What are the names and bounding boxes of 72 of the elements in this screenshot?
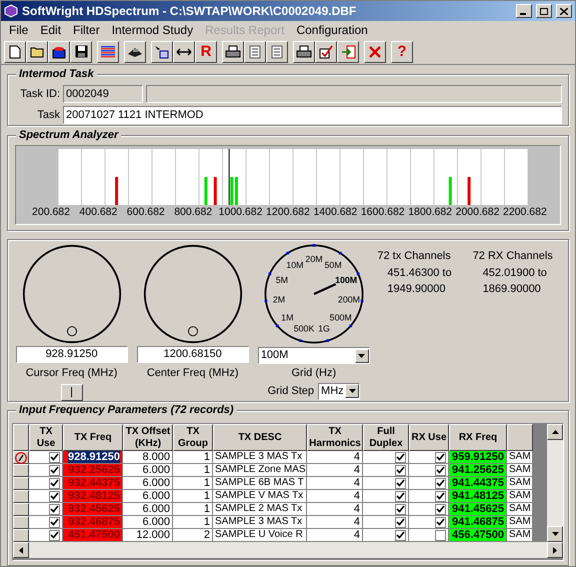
dial-label: 5M <box>276 274 288 285</box>
column-header[interactable]: Full Duplex <box>363 424 409 451</box>
menu-item[interactable]: Intermod Study <box>106 21 200 39</box>
channels-range: 451.46300 to <box>386 266 453 280</box>
menu-item[interactable]: Configuration <box>290 21 374 39</box>
table-cell: 941.25625 <box>449 464 507 477</box>
column-header[interactable]: RX Use <box>409 424 449 451</box>
table-cell: 941.48125 <box>449 490 507 503</box>
task-field[interactable]: 20071027 1121 INTERMOD <box>63 106 562 124</box>
grid-dropdown[interactable]: 100M <box>258 347 370 364</box>
axis-label: 200.682 <box>31 206 71 218</box>
grid-step-label: Grid Step <box>268 384 314 399</box>
table-cell: 456.47500 <box>449 529 507 542</box>
task-id-field: 0002049 <box>63 85 143 103</box>
column-header[interactable]: TX Harmonics <box>307 424 363 451</box>
column-header[interactable]: RX Freq <box>449 424 507 451</box>
task-label: Task <box>36 108 60 123</box>
dial-label: 50M <box>324 260 342 270</box>
column-header[interactable]: TX Offset (KHz) <box>123 424 173 451</box>
table-cell: 932.48125 <box>63 490 123 503</box>
dial-label: 500K <box>294 323 314 334</box>
axis-label: 2000.682 <box>454 206 500 218</box>
table-cell: 932.44375 <box>63 477 123 490</box>
axis-label: 800.682 <box>173 206 214 218</box>
cursor-button[interactable]: | <box>60 384 83 400</box>
cursor-freq-field[interactable]: 928.91250 <box>16 346 128 363</box>
dial-label: 100M <box>334 274 357 285</box>
center-freq-field[interactable]: 1200.68150 <box>136 346 249 363</box>
table-cell: 941.44375 <box>449 477 507 490</box>
grid-step-dropdown[interactable]: MHz <box>318 382 360 400</box>
channels-range: 452.01900 to <box>482 266 548 280</box>
table-cell: 928.91250 <box>63 451 123 464</box>
axis-label: 1800.682 <box>407 206 454 218</box>
column-header[interactable]: TX Group <box>173 424 213 451</box>
dial-label: 1M <box>280 312 294 323</box>
grid-label: Grid (Hz) <box>292 366 336 381</box>
center-freq-label: Center Freq (MHz) <box>146 366 239 381</box>
dial-label: 2M <box>272 294 285 305</box>
column-header[interactable]: TX DESC <box>213 424 307 451</box>
axis-label: 2200.682 <box>502 206 548 218</box>
table-cell: 451.47500 <box>63 529 123 542</box>
axis-label: 1400.682 <box>312 206 358 218</box>
channels-range: 1949.90000 <box>386 282 446 297</box>
group-title: Input Frequency Parameters (72 records) <box>16 403 237 417</box>
column-header[interactable]: TX Freq <box>63 424 123 451</box>
window-title: SoftWright HDSpectrum - C:\SWTAP\WORK\C0002049.DBF <box>22 3 358 20</box>
cursor-freq-label: Cursor Freq (MHz) <box>26 366 118 381</box>
column-header[interactable]: TX Use <box>29 424 63 451</box>
menu-item[interactable]: Edit <box>34 21 68 39</box>
task-id-label: Task ID: <box>19 86 60 102</box>
table-cell: 941.45625 <box>449 503 507 516</box>
table-cell: 932.25625 <box>63 464 123 477</box>
group-title: Spectrum Analyzer <box>16 128 122 142</box>
table-cell: 932.46875 <box>63 516 123 529</box>
channels-range: 1869.90000 <box>482 282 542 297</box>
table-cell: 959.91250 <box>449 451 507 464</box>
dial-label: 10M <box>286 260 304 270</box>
dial-label: 1G <box>318 323 330 334</box>
axis-label: 400.682 <box>78 206 118 218</box>
axis-label: 1600.682 <box>360 206 406 218</box>
menu-item[interactable]: Filter <box>67 21 106 39</box>
channels-title: 72 RX Channels <box>472 249 554 264</box>
axis-label: 600.682 <box>126 206 166 218</box>
menu-item[interactable]: File <box>3 21 34 39</box>
channels-title: 72 tx Channels <box>377 249 452 264</box>
dial-label: 20M <box>305 254 322 264</box>
dial-label: 500M <box>329 312 352 323</box>
dial-label: 200M <box>338 294 360 305</box>
axis-label: 1000.682 <box>218 206 264 218</box>
axis-label: 1200.682 <box>265 206 311 218</box>
table-cell: 941.46875 <box>449 516 507 529</box>
table-cell: 932.45625 <box>63 503 123 516</box>
